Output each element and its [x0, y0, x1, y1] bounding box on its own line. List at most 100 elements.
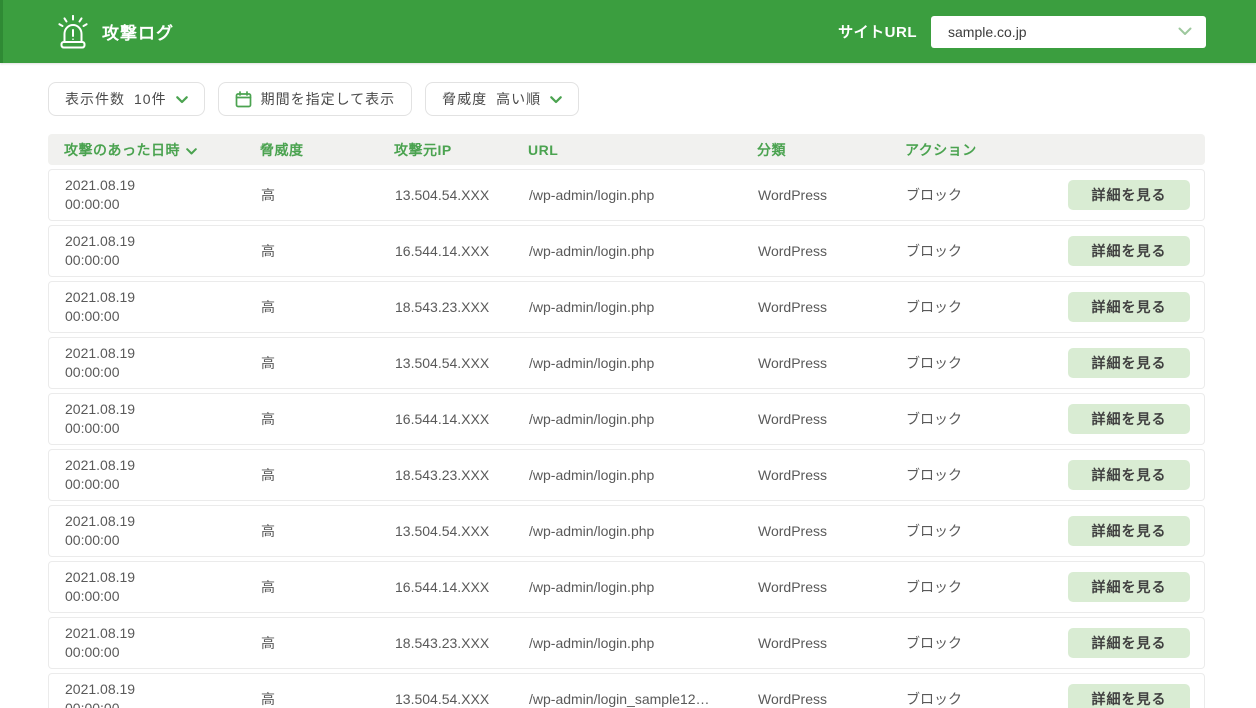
column-header-datetime[interactable]: 攻撃のあった日時	[64, 140, 260, 160]
column-header-threat: 脅威度	[260, 140, 394, 160]
detail-button[interactable]: 詳細を見る	[1068, 180, 1190, 210]
attack-time: 00:00:00	[65, 475, 251, 494]
threat-sort-dropdown[interactable]: 脅威度 高い順	[425, 82, 579, 116]
attack-time: 00:00:00	[65, 195, 251, 214]
table-body: 2021.08.19 00:00:00 高 13.504.54.XXX /wp-…	[48, 169, 1205, 708]
cell-action: ブロック 詳細を見る	[906, 572, 1204, 602]
display-count-value: 10件	[134, 89, 167, 109]
detail-button[interactable]: 詳細を見る	[1068, 404, 1190, 434]
cell-url: /wp-admin/login.php	[529, 635, 758, 651]
cell-source-ip: 16.544.14.XXX	[395, 579, 529, 595]
detail-button[interactable]: 詳細を見る	[1068, 516, 1190, 546]
cell-source-ip: 13.504.54.XXX	[395, 523, 529, 539]
action-label: ブロック	[906, 465, 962, 485]
table-row: 2021.08.19 00:00:00 高 13.504.54.XXX /wp-…	[48, 673, 1205, 708]
cell-source-ip: 16.544.14.XXX	[395, 243, 529, 259]
cell-category: WordPress	[758, 299, 906, 315]
cell-datetime: 2021.08.19 00:00:00	[65, 344, 261, 382]
cell-action: ブロック 詳細を見る	[906, 404, 1204, 434]
cell-url: /wp-admin/login_sample12…	[529, 691, 758, 707]
attack-time: 00:00:00	[65, 251, 251, 270]
attack-date: 2021.08.19	[65, 512, 251, 531]
column-header-category: 分類	[757, 140, 905, 160]
cell-action: ブロック 詳細を見る	[906, 236, 1204, 266]
cell-threat-level: 高	[261, 465, 395, 485]
cell-url: /wp-admin/login.php	[529, 411, 758, 427]
cell-action: ブロック 詳細を見る	[906, 292, 1204, 322]
table-row: 2021.08.19 00:00:00 高 18.543.23.XXX /wp-…	[48, 449, 1205, 501]
display-count-label: 表示件数	[65, 89, 125, 109]
cell-threat-level: 高	[261, 185, 395, 205]
cell-action: ブロック 詳細を見る	[906, 628, 1204, 658]
filter-bar: 表示件数 10件 期間を指定して表示 脅威度 高い順	[0, 63, 1256, 116]
siren-icon	[58, 15, 88, 49]
cell-category: WordPress	[758, 467, 906, 483]
cell-url: /wp-admin/login.php	[529, 467, 758, 483]
table-row: 2021.08.19 00:00:00 高 13.504.54.XXX /wp-…	[48, 337, 1205, 389]
detail-button[interactable]: 詳細を見る	[1068, 684, 1190, 708]
attack-time: 00:00:00	[65, 419, 251, 438]
action-label: ブロック	[906, 409, 962, 429]
cell-url: /wp-admin/login.php	[529, 243, 758, 259]
column-header-url: URL	[528, 142, 757, 158]
cell-category: WordPress	[758, 579, 906, 595]
cell-category: WordPress	[758, 411, 906, 427]
cell-url: /wp-admin/login.php	[529, 579, 758, 595]
site-url-value: sample.co.jp	[948, 24, 1178, 40]
attack-date: 2021.08.19	[65, 176, 251, 195]
cell-category: WordPress	[758, 691, 906, 707]
chevron-down-icon	[550, 91, 562, 107]
attack-date: 2021.08.19	[65, 568, 251, 587]
cell-datetime: 2021.08.19 00:00:00	[65, 680, 261, 708]
app-header: 攻撃ログ サイトURL sample.co.jp	[0, 0, 1256, 63]
cell-url: /wp-admin/login.php	[529, 523, 758, 539]
detail-button[interactable]: 詳細を見る	[1068, 292, 1190, 322]
cell-url: /wp-admin/login.php	[529, 355, 758, 371]
page-title: 攻撃ログ	[102, 19, 174, 44]
chevron-down-icon	[1178, 23, 1192, 41]
detail-button[interactable]: 詳細を見る	[1068, 628, 1190, 658]
table-header-row: 攻撃のあった日時 脅威度 攻撃元IP URL 分類 アクション	[48, 134, 1205, 165]
cell-threat-level: 高	[261, 409, 395, 429]
detail-button[interactable]: 詳細を見る	[1068, 236, 1190, 266]
action-label: ブロック	[906, 297, 962, 317]
action-label: ブロック	[906, 185, 962, 205]
cell-threat-level: 高	[261, 353, 395, 373]
table-row: 2021.08.19 00:00:00 高 18.543.23.XXX /wp-…	[48, 617, 1205, 669]
attack-date: 2021.08.19	[65, 400, 251, 419]
cell-source-ip: 13.504.54.XXX	[395, 187, 529, 203]
cell-datetime: 2021.08.19 00:00:00	[65, 288, 261, 326]
cell-source-ip: 18.543.23.XXX	[395, 299, 529, 315]
attack-time: 00:00:00	[65, 531, 251, 550]
table-row: 2021.08.19 00:00:00 高 13.504.54.XXX /wp-…	[48, 169, 1205, 221]
sort-chevron-down-icon	[186, 142, 197, 158]
cell-datetime: 2021.08.19 00:00:00	[65, 568, 261, 606]
display-count-dropdown[interactable]: 表示件数 10件	[48, 82, 205, 116]
table-row: 2021.08.19 00:00:00 高 16.544.14.XXX /wp-…	[48, 225, 1205, 277]
site-url-label: サイトURL	[838, 21, 917, 42]
detail-button[interactable]: 詳細を見る	[1068, 460, 1190, 490]
attack-date: 2021.08.19	[65, 624, 251, 643]
cell-category: WordPress	[758, 243, 906, 259]
attack-date: 2021.08.19	[65, 344, 251, 363]
cell-action: ブロック 詳細を見る	[906, 460, 1204, 490]
cell-source-ip: 13.504.54.XXX	[395, 691, 529, 707]
cell-datetime: 2021.08.19 00:00:00	[65, 400, 261, 438]
cell-source-ip: 16.544.14.XXX	[395, 411, 529, 427]
table-row: 2021.08.19 00:00:00 高 16.544.14.XXX /wp-…	[48, 393, 1205, 445]
cell-category: WordPress	[758, 523, 906, 539]
cell-source-ip: 18.543.23.XXX	[395, 467, 529, 483]
cell-category: WordPress	[758, 355, 906, 371]
period-filter-button[interactable]: 期間を指定して表示	[218, 82, 413, 116]
calendar-icon	[235, 91, 252, 108]
header-right: サイトURL sample.co.jp	[838, 16, 1206, 48]
column-header-action: アクション	[905, 140, 1205, 160]
period-filter-label: 期間を指定して表示	[261, 89, 396, 109]
column-header-ip: 攻撃元IP	[394, 140, 528, 160]
site-url-select[interactable]: sample.co.jp	[931, 16, 1206, 48]
cell-action: ブロック 詳細を見る	[906, 180, 1204, 210]
detail-button[interactable]: 詳細を見る	[1068, 572, 1190, 602]
detail-button[interactable]: 詳細を見る	[1068, 348, 1190, 378]
attack-time: 00:00:00	[65, 587, 251, 606]
cell-action: ブロック 詳細を見る	[906, 684, 1204, 708]
